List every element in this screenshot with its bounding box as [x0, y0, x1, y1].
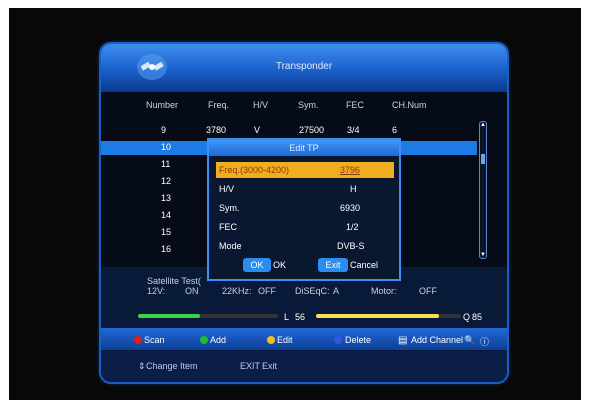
field-value[interactable]: 1/2: [346, 222, 359, 232]
scroll-down-icon[interactable]: ▼: [480, 252, 486, 258]
red-key-icon: [134, 336, 142, 344]
column-header-number: Number: [146, 100, 179, 110]
field-value[interactable]: DVB-S: [337, 241, 365, 251]
panel-header: Transponder: [101, 44, 507, 92]
signal-level-value: 56: [295, 312, 306, 322]
dialog-title: Edit TP: [209, 140, 399, 156]
signal-level-label: L: [284, 312, 290, 322]
mode-field[interactable]: Mode DVB-S: [216, 238, 394, 254]
page-title: Transponder: [275, 61, 333, 72]
signal-level-bar: [138, 314, 278, 318]
v12-value: ON: [185, 286, 199, 296]
row-chnum: 6: [392, 125, 398, 135]
edit-label[interactable]: Edit: [277, 335, 293, 345]
up-down-arrows-icon: ⇕: [138, 361, 146, 371]
fec-field[interactable]: FEC 1/2: [216, 219, 394, 235]
motor-label: Motor:: [371, 286, 397, 296]
cancel-label-text: Cancel: [350, 260, 379, 270]
function-key-bar: Scan Add Edit Delete ▤ Add Channel 🔍 ⓘ: [101, 328, 507, 350]
ok-label: OK: [273, 258, 303, 274]
column-header-hv: H/V: [253, 100, 269, 110]
exit-hint-label: Exit: [262, 361, 278, 371]
freq-field[interactable]: Freq.(3000-4200) 3796: [216, 162, 394, 178]
row-number: 16: [161, 244, 172, 254]
list-scrollbar[interactable]: ▲ ▼: [479, 121, 487, 259]
footer-hints: ⇕ Change Item EXIT Exit: [101, 351, 507, 382]
blue-key-icon: [334, 336, 342, 344]
ok-button[interactable]: OK: [243, 258, 271, 272]
row-number: 15: [161, 227, 172, 237]
column-header-freq: Freq.: [208, 100, 230, 110]
scroll-up-icon[interactable]: ▲: [480, 122, 486, 128]
table-row[interactable]: 9 3780 V 27500 3/4 6: [101, 124, 477, 138]
signal-quality-bar: [316, 314, 461, 318]
field-value[interactable]: H: [350, 184, 357, 194]
motor-value: OFF: [419, 286, 437, 296]
info-icon: ⓘ: [480, 337, 490, 347]
yellow-key-icon: [267, 336, 275, 344]
field-label: Mode: [219, 241, 242, 251]
row-number: 12: [161, 176, 172, 186]
exit-key-label: EXIT: [240, 361, 261, 371]
signal-quality-value: 85: [472, 312, 483, 322]
field-label: FEC: [219, 222, 237, 232]
signal-quality-fill: [316, 314, 440, 318]
field-label: Sym.: [219, 203, 240, 213]
scan-label[interactable]: Scan: [144, 335, 165, 345]
search-icon: 🔍: [464, 335, 476, 345]
row-number: 10: [161, 142, 172, 152]
signal-level-fill: [138, 314, 200, 318]
column-header-sym: Sym.: [298, 100, 319, 110]
row-hv: V: [254, 125, 261, 135]
v12-label: 12V:: [147, 286, 166, 296]
edit-tp-dialog: Edit TP Freq.(3000-4200) 3796 H/V H Sym.…: [207, 138, 401, 281]
row-number: 9: [161, 125, 167, 135]
exit-button[interactable]: Exit: [318, 258, 348, 272]
add-label[interactable]: Add: [210, 335, 226, 345]
change-item-label: Change Item: [146, 361, 198, 371]
scroll-thumb[interactable]: [481, 154, 485, 164]
k22-label: 22KHz:: [222, 286, 252, 296]
add-channel-label[interactable]: Add Channel: [411, 335, 463, 345]
ok-label-text: OK: [273, 260, 287, 270]
signal-quality-label: Q: [463, 312, 471, 322]
field-label: Freq.(3000-4200): [219, 165, 290, 175]
field-value[interactable]: 3796: [340, 165, 360, 175]
sym-field[interactable]: Sym. 6930: [216, 200, 394, 216]
row-number: 13: [161, 193, 172, 203]
green-key-icon: [200, 336, 208, 344]
row-number: 11: [161, 159, 171, 169]
k22-value: OFF: [258, 286, 276, 296]
column-header-fec: FEC: [346, 100, 364, 110]
satellite-name: Satellite Test(: [147, 276, 201, 286]
cancel-label: Cancel: [350, 258, 390, 274]
field-label: H/V: [219, 184, 235, 194]
diseqc-value: A: [333, 286, 340, 296]
row-number: 14: [161, 210, 172, 220]
field-value[interactable]: 6930: [340, 203, 360, 213]
hv-field[interactable]: H/V H: [216, 181, 394, 197]
row-freq: 3780: [206, 125, 227, 135]
row-fec: 3/4: [347, 125, 360, 135]
column-header-chnum: CH.Num: [392, 100, 427, 110]
list-icon: ▤: [398, 335, 408, 346]
row-sym: 27500: [299, 125, 325, 135]
diseqc-label: DiSEqC:: [295, 286, 330, 296]
delete-label[interactable]: Delete: [345, 335, 371, 345]
